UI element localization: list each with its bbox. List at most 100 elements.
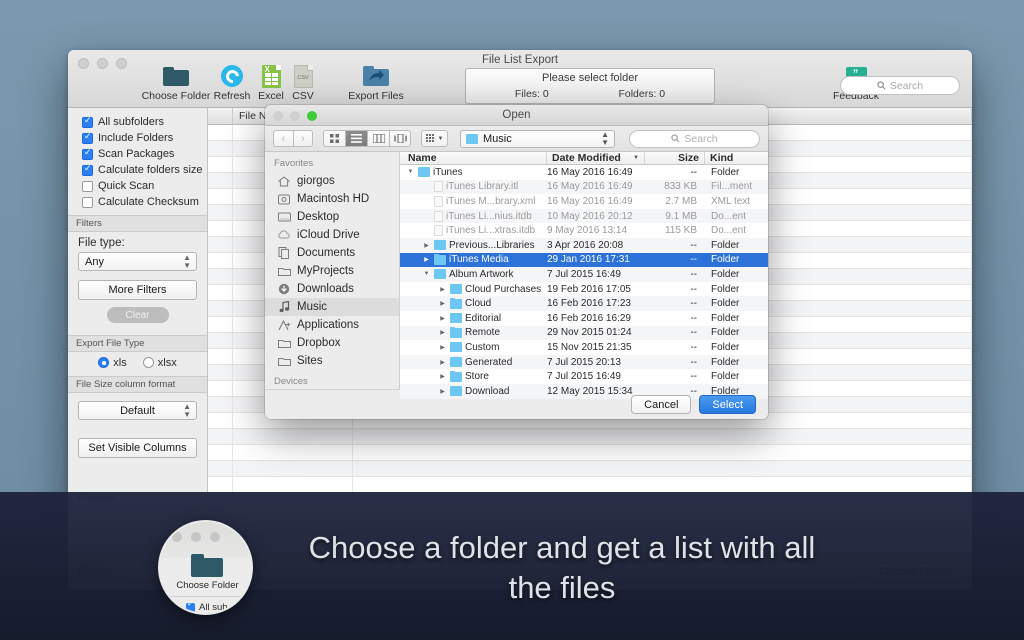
toolbar-csv[interactable]: CSV CSV	[267, 64, 339, 102]
radio-xlsx[interactable]: xlsx	[142, 357, 177, 369]
checkbox-calculate-checksum[interactable]: Calculate Checksum	[68, 194, 207, 210]
cancel-button[interactable]: Cancel	[631, 395, 692, 414]
folder-icon	[434, 239, 446, 251]
disclosure-closed-icon[interactable]: ▶	[438, 344, 447, 351]
dialog-file-list[interactable]: Name Date Modified ▼ Size Kind ▼ iTunes 16…	[400, 152, 768, 399]
disclosure-closed-icon[interactable]: ▶	[438, 359, 447, 366]
view-mode-group[interactable]	[323, 130, 411, 147]
documents-icon	[277, 247, 291, 260]
favorite-item-giorgos[interactable]: giorgos	[265, 172, 399, 190]
radio-xls[interactable]: xls	[98, 357, 127, 369]
table-row[interactable]	[208, 477, 972, 493]
file-type-select[interactable]: Any ▲ ▼	[78, 252, 197, 271]
search-input[interactable]: Search	[840, 76, 960, 95]
file-row-size: --	[690, 312, 697, 324]
checkbox-box[interactable]	[82, 131, 93, 144]
disclosure-closed-icon[interactable]: ▶	[438, 373, 447, 380]
more-filters-button[interactable]: More Filters	[78, 280, 197, 300]
checkbox-box[interactable]	[82, 147, 93, 160]
favorite-item-downloads[interactable]: Downloads	[265, 280, 399, 298]
disclosure-closed-icon[interactable]: ▶	[438, 286, 447, 293]
set-visible-columns-button[interactable]: Set Visible Columns	[78, 438, 197, 458]
column-header-size[interactable]: Size	[645, 152, 705, 164]
file-row[interactable]: ▶ iTunes Media 29 Jan 2016 17:31 -- Folder	[400, 252, 768, 268]
disclosure-open-icon[interactable]: ▼	[422, 271, 431, 277]
toolbar-export-files[interactable]: Export Files	[340, 64, 412, 102]
disclosure-closed-icon[interactable]: ▶	[422, 242, 431, 249]
checkbox-include-folders[interactable]: Include Folders	[68, 130, 207, 146]
disclosure-closed-icon[interactable]: ▶	[438, 329, 447, 336]
dialog-search-input[interactable]: Search	[629, 129, 760, 148]
favorite-item-myprojects[interactable]: MyProjects	[265, 262, 399, 280]
dialog-close-button[interactable]	[273, 111, 283, 121]
file-row[interactable]: ▶ Store 7 Jul 2015 16:49 -- Folder	[400, 369, 768, 384]
coverflow-view-button[interactable]	[389, 130, 411, 147]
favorite-item-sites[interactable]: Sites	[265, 352, 399, 370]
file-row[interactable]: iTunes Li...xtras.itdb 9 May 2016 13:14 11…	[400, 223, 768, 238]
favorite-item-icloud-drive[interactable]: iCloud Drive	[265, 226, 399, 244]
file-row[interactable]: ▶ Generated 7 Jul 2015 20:13 -- Folder	[400, 354, 768, 370]
file-row[interactable]: ▶ Editorial 16 Feb 2016 16:29 -- Folder	[400, 311, 768, 326]
favorite-item-desktop[interactable]: Desktop	[265, 208, 399, 226]
disclosure-closed-icon[interactable]: ▶	[438, 388, 447, 395]
file-row[interactable]: iTunes M...brary.xml 16 May 2016 16:49 2.7…	[400, 194, 768, 209]
file-row[interactable]: ▶ Previous...Libraries 3 Apr 2016 20:08 -- F…	[400, 237, 768, 253]
search-icon	[877, 81, 886, 90]
file-row[interactable]: iTunes Library.itl 16 May 2016 16:49 833 K…	[400, 179, 768, 195]
table-row[interactable]	[208, 429, 972, 445]
icon-view-button[interactable]	[323, 130, 345, 147]
disclosure-closed-icon[interactable]: ▶	[422, 256, 431, 263]
file-row[interactable]: ▼ iTunes 16 May 2016 16:49 -- Folder	[400, 165, 768, 180]
column-view-button[interactable]	[367, 130, 389, 147]
back-button[interactable]: ‹	[273, 130, 293, 147]
group-by-button[interactable]: ▼	[421, 130, 448, 147]
dialog-minimize-button[interactable]	[290, 111, 300, 121]
favorite-item-documents[interactable]: Documents	[265, 244, 399, 262]
file-row[interactable]: ▶ Cloud Purchases 19 Feb 2016 17:05 -- Folde…	[400, 282, 768, 297]
favorite-item-dropbox[interactable]: Dropbox	[265, 334, 399, 352]
favorite-item-label: iCloud Drive	[297, 229, 360, 241]
checkbox-scan-packages[interactable]: Scan Packages	[68, 146, 207, 162]
checkbox-box[interactable]	[82, 115, 93, 128]
file-row[interactable]: iTunes Li...nius.itdb 10 May 2016 20:12 9.…	[400, 208, 768, 224]
checkbox-box[interactable]	[82, 163, 93, 176]
column-header-name[interactable]: Name	[400, 152, 547, 164]
clear-filters-button[interactable]: Clear	[106, 307, 169, 323]
file-row[interactable]: ▶ Cloud 16 Feb 2016 17:23 -- Folder	[400, 296, 768, 311]
file-row[interactable]: ▶ Remote 29 Nov 2015 01:24 -- Folder	[400, 325, 768, 341]
disclosure-closed-icon[interactable]: ▶	[438, 315, 447, 322]
column-header-kind[interactable]: Kind	[705, 152, 755, 164]
table-row[interactable]	[208, 461, 972, 477]
favorite-item-label: Desktop	[297, 211, 340, 223]
table-row[interactable]	[208, 445, 972, 461]
file-row[interactable]: ▶ Custom 15 Nov 2015 21:35 -- Folder	[400, 340, 768, 355]
radio-xls-label: xls	[113, 357, 127, 369]
disclosure-closed-icon[interactable]: ▶	[438, 300, 447, 307]
checkbox-calculate-folders-size[interactable]: Calculate folders size	[68, 162, 207, 178]
favorite-item-applications[interactable]: Applications	[265, 316, 399, 334]
file-row-name-cell: ▶ Download	[400, 385, 547, 397]
file-row-size: --	[690, 268, 697, 280]
checkbox-box[interactable]	[82, 196, 93, 208]
checkbox-box[interactable]	[82, 180, 93, 192]
music-note-icon	[277, 301, 291, 314]
export-type-group-header: Export File Type	[68, 335, 207, 352]
list-view-button[interactable]	[345, 130, 367, 147]
file-row[interactable]: ▼ Album Artwork 7 Jul 2015 16:49 -- Folder	[400, 267, 768, 282]
file-row-date: 15 Nov 2015 21:35	[547, 341, 632, 353]
path-popup-button[interactable]: Music ▲ ▼	[460, 129, 615, 148]
size-format-select[interactable]: Default ▲ ▼	[78, 401, 197, 420]
folder-icon	[450, 341, 462, 353]
favorite-item-macintosh-hd[interactable]: Macintosh HD	[265, 190, 399, 208]
disclosure-open-icon[interactable]: ▼	[406, 169, 415, 175]
checkbox-quick-scan[interactable]: Quick Scan	[68, 178, 207, 194]
forward-button[interactable]: ›	[293, 130, 313, 147]
dialog-window-controls[interactable]	[273, 111, 317, 121]
radio-dot[interactable]	[98, 357, 110, 368]
favorite-item-music[interactable]: Music	[265, 298, 399, 316]
checkbox-all-subfolders[interactable]: All subfolders	[68, 114, 207, 130]
select-button[interactable]: Select	[699, 395, 756, 414]
dialog-zoom-button[interactable]	[307, 111, 317, 121]
column-header-date-modified[interactable]: Date Modified ▼	[547, 152, 645, 164]
radio-dot[interactable]	[142, 357, 154, 368]
